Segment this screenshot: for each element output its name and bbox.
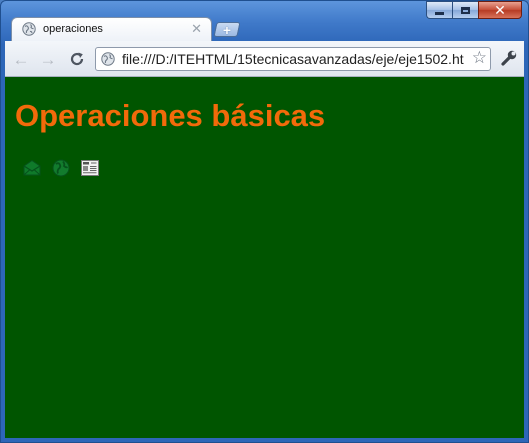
star-icon[interactable]: ☆ — [472, 49, 487, 66]
globe-icon[interactable] — [51, 158, 71, 178]
browser-window: ✕ operaciones ✕ + ← → file:///D:/ITEHTML… — [0, 0, 529, 443]
close-window-button[interactable]: ✕ — [478, 1, 522, 19]
tab-operaciones[interactable]: operaciones ✕ — [11, 17, 212, 41]
address-bar[interactable]: file:///D:/ITEHTML/15tecnicasavanzadas/e… — [95, 47, 491, 71]
icon-row — [22, 158, 100, 178]
maximize-button[interactable] — [452, 1, 478, 19]
page-content: Operaciones básicas — [5, 77, 524, 438]
envelope-icon[interactable] — [22, 158, 42, 178]
window-caption-buttons: ✕ — [426, 1, 522, 19]
globe-icon — [22, 22, 36, 41]
page-heading: Operaciones básicas — [15, 98, 326, 133]
close-icon[interactable]: ✕ — [191, 21, 202, 37]
maximize-icon — [461, 6, 470, 14]
plus-icon: + — [222, 21, 232, 38]
minimize-button[interactable] — [426, 1, 452, 19]
page-icon — [101, 52, 115, 70]
tab-title: operaciones — [43, 23, 103, 35]
new-tab-button[interactable]: + — [213, 21, 241, 38]
document-icon[interactable] — [80, 158, 100, 178]
reload-icon[interactable] — [68, 50, 86, 68]
url-text[interactable]: file:///D:/ITEHTML/15tecnicasavanzadas/e… — [122, 51, 464, 67]
wrench-icon[interactable] — [500, 49, 518, 72]
back-arrow-icon[interactable]: ← — [12, 50, 30, 68]
forward-arrow-icon[interactable]: → — [39, 50, 57, 68]
close-icon: ✕ — [494, 2, 506, 18]
minimize-icon — [435, 11, 444, 15]
browser-toolbar: ← → file:///D:/ITEHTML/15tecnicasavanzad… — [5, 41, 524, 77]
